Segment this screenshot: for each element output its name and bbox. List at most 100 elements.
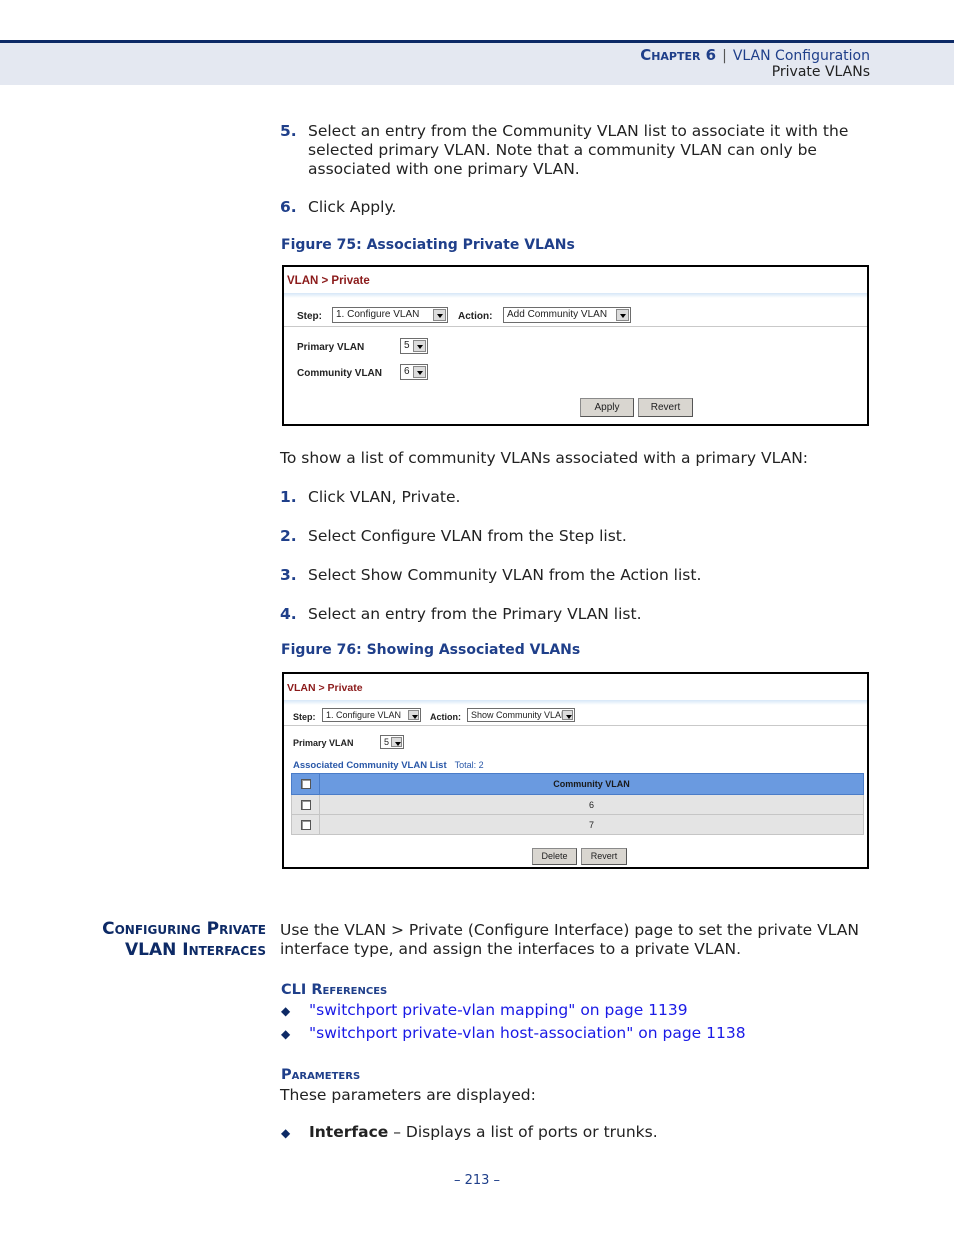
step-text: Select Configure VLAN from the Step list… [308,527,627,545]
section-heading-line1: Configuring Private [102,919,266,939]
primary-vlan-label: Primary VLAN [297,342,365,353]
action-select[interactable]: Show Community VLAN [467,708,575,722]
action-select-value: Show Community VLAN [471,710,568,720]
primary-vlan-label: Primary VLAN [293,738,354,748]
step-item: 2. Select Configure VLAN from the Step l… [280,527,880,546]
cli-reference-link[interactable]: "switchport private-vlan mapping" on pag… [309,1001,688,1019]
table-row: 7 [291,814,864,835]
section-heading-line2: VLAN Interfaces [124,940,266,960]
section-intro: Use the VLAN > Private (Configure Interf… [280,921,859,958]
row-checkbox[interactable] [300,819,311,830]
list-title: Associated Community VLAN List Total: 2 [293,760,484,771]
diamond-bullet-icon: ◆ [281,1126,291,1140]
parameter-item: ◆ Interface – Displays a list of ports or… [281,1123,658,1143]
revert-button[interactable]: Revert [638,398,693,417]
select-all-checkbox[interactable] [300,779,311,790]
step-select-value: 1. Configure VLAN [336,309,420,320]
cli-reference-item: ◆ "switchport private-vlan mapping" on pa… [281,1001,688,1021]
chapter-label: Chapter 6 [640,46,717,64]
primary-vlan-value: 5 [404,340,410,351]
paragraph: To show a list of community VLANs associ… [280,449,809,467]
step-text: Click Apply. [308,198,397,216]
step-select-value: 1. Configure VLAN [326,710,402,720]
parameters-intro: These parameters are displayed: [280,1086,536,1104]
step-number: 3. [280,566,297,584]
parameter-term: Interface [309,1123,389,1141]
divider [284,326,867,327]
row-checkbox[interactable] [300,799,311,810]
step-select[interactable]: 1. Configure VLAN [322,708,421,722]
chevron-down-icon [413,366,426,378]
step-number: 5. [280,122,297,140]
parameters-heading: Parameters [281,1067,361,1083]
primary-vlan-select[interactable]: 5 [380,735,404,749]
community-vlan-label: Community VLAN [297,368,382,379]
action-select-value: Add Community VLAN [507,309,608,320]
cli-reference-link[interactable]: "switchport private-vlan host-associatio… [309,1024,746,1042]
parameter-description: – Displays a list of ports or trunks. [388,1123,658,1141]
section-heading: Configuring Private VLAN Interfaces [102,919,266,961]
divider [284,725,867,726]
step-item: 5. Select an entry from the Community VL… [280,122,880,179]
step-number: 2. [280,527,297,545]
list-total: Total: 2 [454,760,484,770]
revert-button[interactable]: Revert [581,848,627,865]
chevron-down-icon [433,309,446,321]
cli-references-heading: CLI References [281,982,388,998]
running-header-chapter: Chapter 6 | VLAN Configuration [640,46,870,64]
chevron-down-icon [408,710,419,720]
figure-caption: Figure 76: Showing Associated VLANs [281,642,581,658]
action-select[interactable]: Add Community VLAN [503,307,631,323]
column-header-community-vlan: Community VLAN [319,773,864,795]
breadcrumb: VLAN > Private [287,275,370,287]
chevron-down-icon [391,737,402,747]
step-label: Step: [293,712,316,722]
chevron-down-icon [413,340,426,352]
chapter-title: VLAN Configuration [732,48,870,64]
action-label: Action: [458,311,493,322]
community-vlan-select[interactable]: 6 [400,364,428,380]
figure-75-screenshot: VLAN > Private Step: 1. Configure VLAN A… [282,265,869,426]
running-header-section: Private VLANs [771,64,870,80]
row-checkbox-cell [291,814,320,835]
row-checkbox-cell [291,794,320,815]
select-all-cell [291,773,320,795]
page-number: – 213 – [453,1173,501,1188]
step-item: 3. Select Show Community VLAN from the A… [280,566,880,585]
list-title-text: Associated Community VLAN List [293,760,447,771]
step-number: 1. [280,488,297,506]
delete-button[interactable]: Delete [532,848,577,865]
apply-button[interactable]: Apply [580,398,634,417]
community-vlan-table: Community VLAN 6 7 [291,773,864,835]
step-number: 6. [280,198,297,216]
table-header-row: Community VLAN [291,773,864,795]
diamond-bullet-icon: ◆ [281,1027,291,1041]
community-vlan-cell: 7 [319,814,864,835]
chevron-down-icon [616,309,629,321]
step-label: Step: [297,311,322,322]
chevron-down-icon [562,710,573,720]
step-number: 4. [280,605,297,623]
step-text: Select an entry from the Primary VLAN li… [308,605,642,623]
cli-reference-item: ◆ "switchport private-vlan host-associati… [281,1024,746,1044]
figure-caption: Figure 75: Associating Private VLANs [281,237,575,253]
step-select[interactable]: 1. Configure VLAN [332,307,448,323]
diamond-bullet-icon: ◆ [281,1004,291,1018]
table-row: 6 [291,794,864,815]
step-text: Click VLAN, Private. [308,488,461,506]
step-item: 6. Click Apply. [280,198,880,217]
community-vlan-cell: 6 [319,794,864,815]
title-rule [284,293,867,298]
step-text: Select Show Community VLAN from the Acti… [308,566,702,584]
breadcrumb: VLAN > Private [287,682,363,694]
primary-vlan-select[interactable]: 5 [400,338,428,354]
primary-vlan-value: 5 [384,737,390,747]
header-separator: | [722,48,727,64]
title-rule [284,700,867,705]
figure-76-screenshot: VLAN > Private Step: 1. Configure VLAN A… [282,672,869,869]
step-item: 1. Click VLAN, Private. [280,488,880,507]
step-text: Select an entry from the Community VLAN … [308,122,849,178]
step-item: 4. Select an entry from the Primary VLAN… [280,605,880,624]
community-vlan-value: 6 [404,366,410,377]
action-label: Action: [430,712,461,722]
